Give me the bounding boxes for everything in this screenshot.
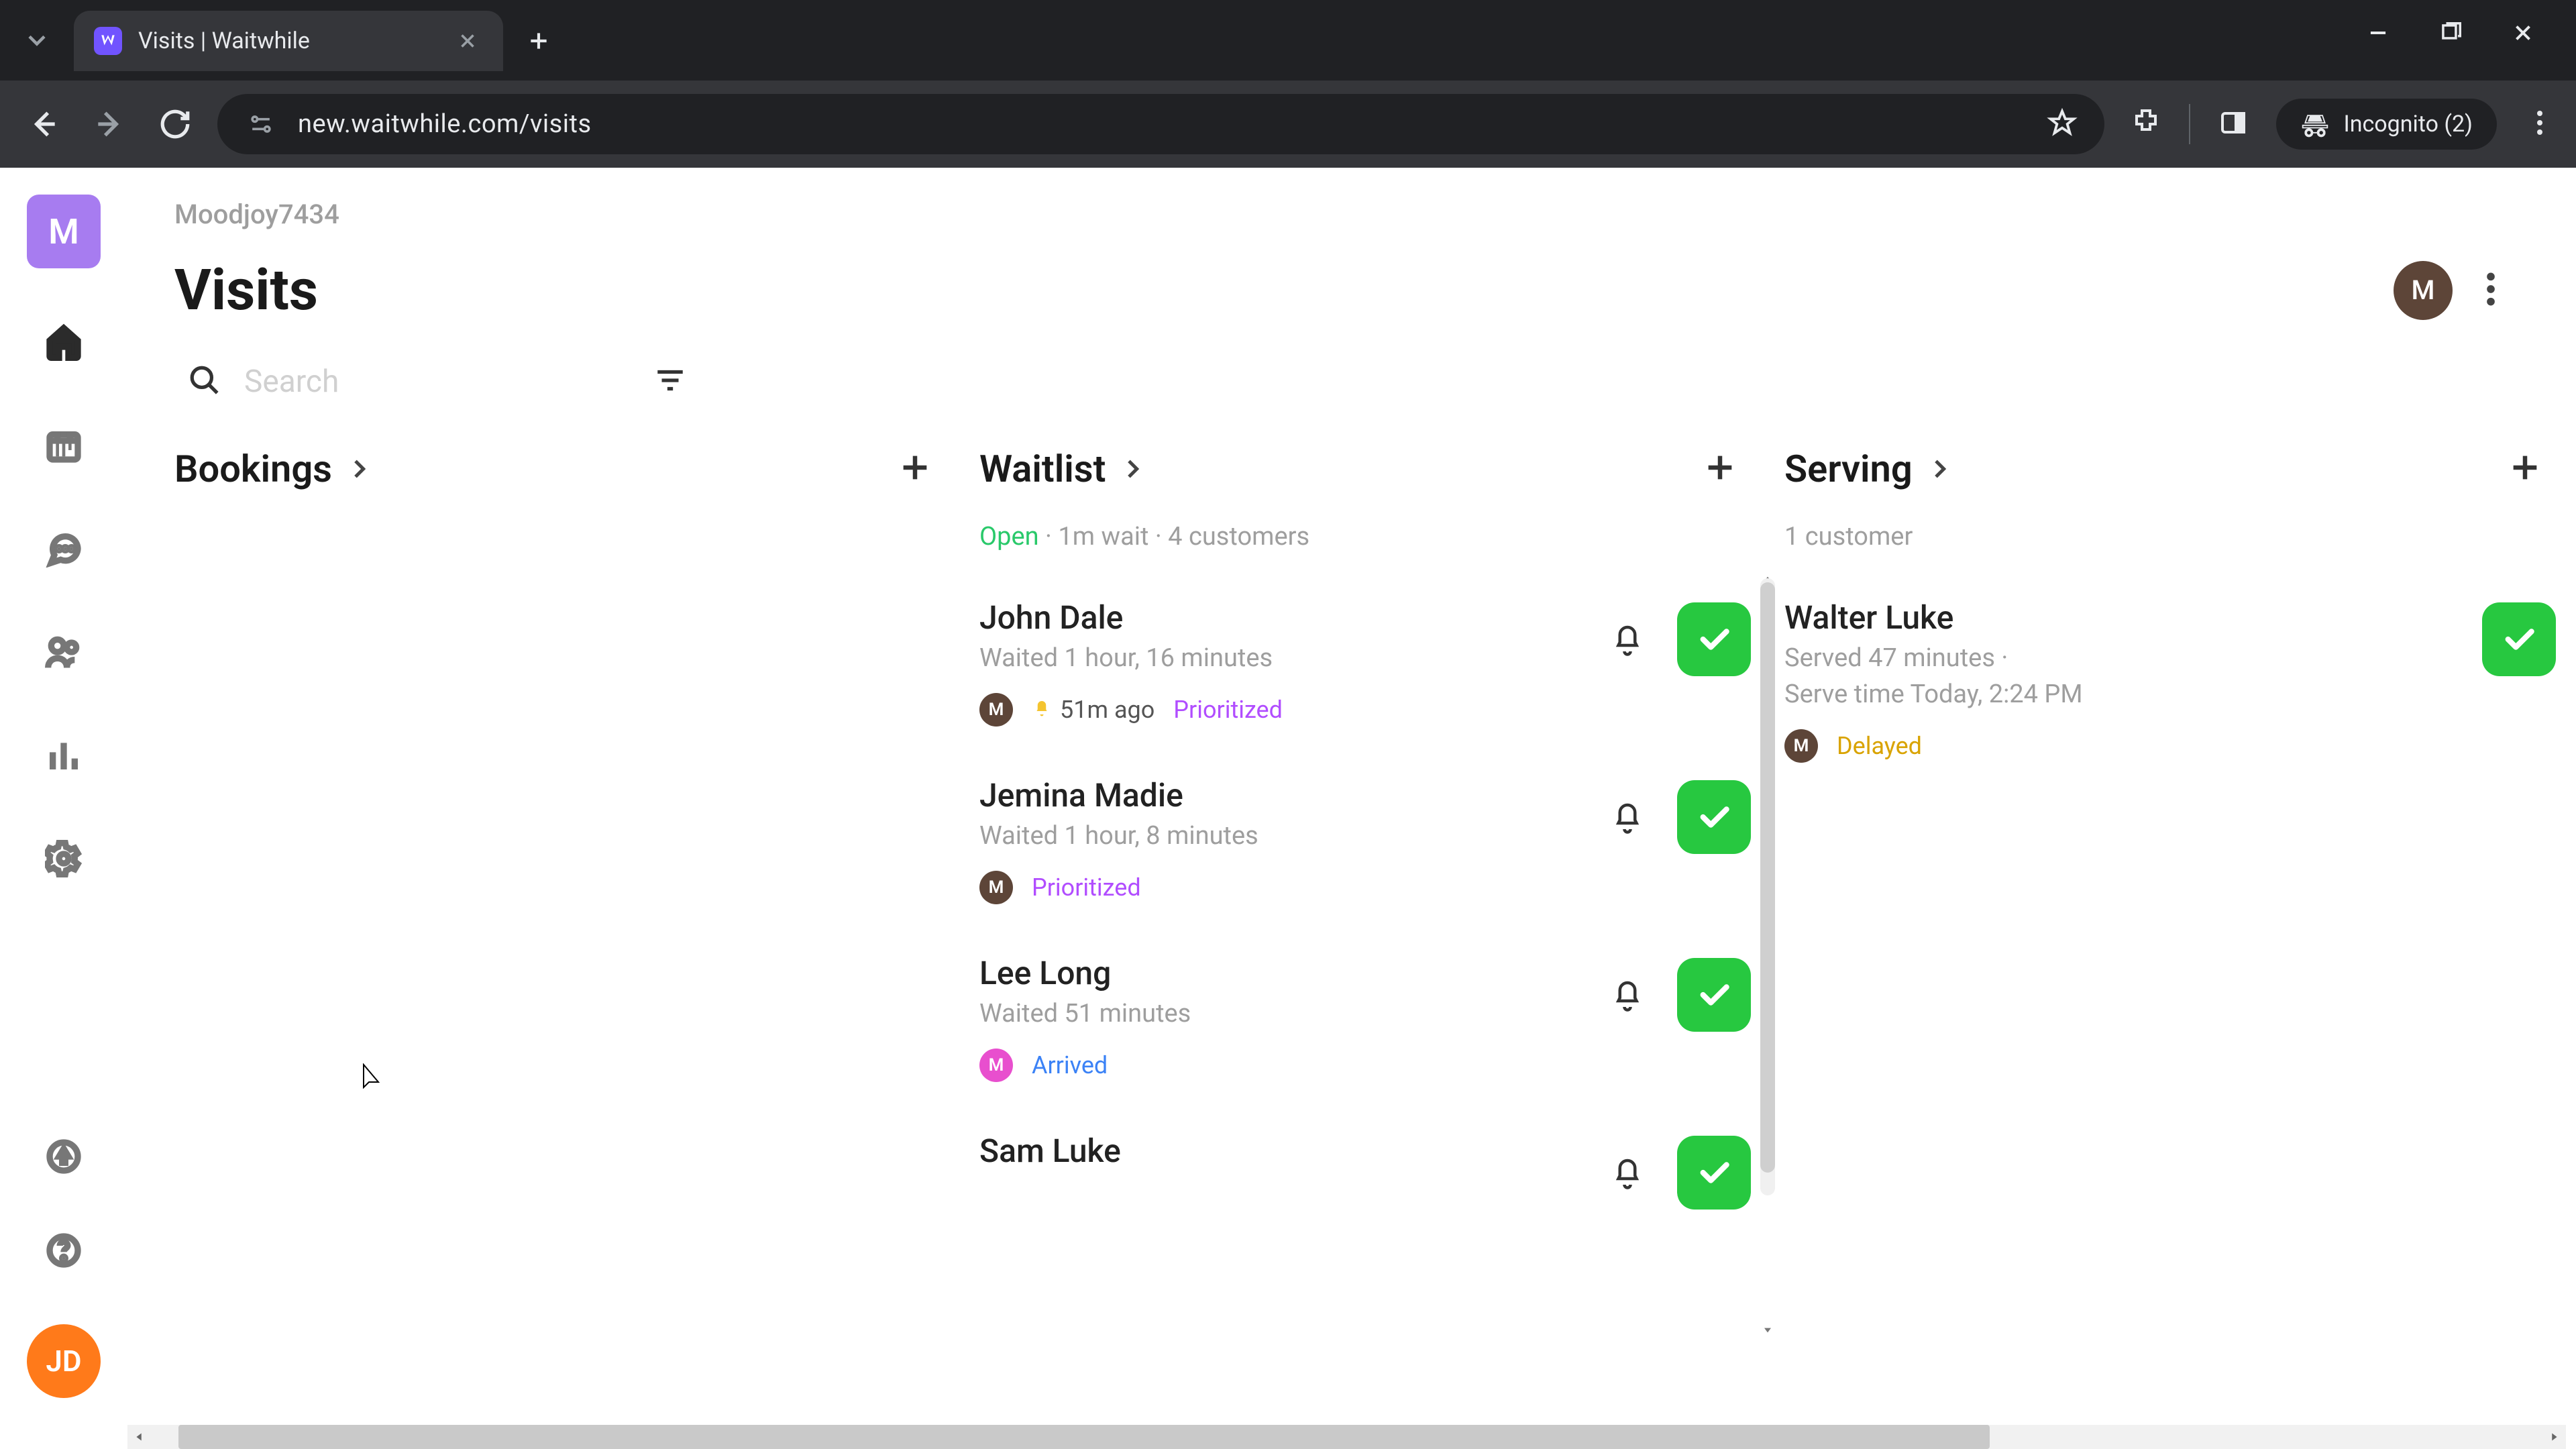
add-serving-button[interactable]	[2508, 450, 2542, 488]
status-tag: Prioritized	[1173, 696, 1283, 724]
browser-forward-button[interactable]	[86, 101, 133, 148]
assignee-avatar: M	[1784, 729, 1818, 763]
site-info-icon[interactable]	[244, 107, 278, 141]
visit-card[interactable]: Walter Luke Served 47 minutes · Serve time…	[1784, 578, 2576, 792]
workspace-logo[interactable]: M	[27, 195, 101, 268]
sidepanel-icon[interactable]	[2217, 107, 2249, 142]
incognito-indicator[interactable]: Incognito (2)	[2276, 99, 2497, 150]
waitwhile-favicon	[94, 27, 122, 55]
page-title: Visits	[174, 257, 318, 323]
column-serving-title: Serving	[1784, 447, 1913, 491]
column-serving: Serving 1 customer Walter Luke Served 47 …	[1784, 440, 2576, 1425]
tab-title: Visits | Waitwhile	[138, 28, 310, 54]
visitor-name: Sam Luke	[979, 1132, 1582, 1170]
maximize-window-icon[interactable]	[2438, 20, 2463, 48]
complete-button[interactable]	[2482, 602, 2556, 676]
url-text: new.waitwhile.com/visits	[298, 109, 592, 139]
search-icon	[188, 364, 221, 400]
column-waitlist: Waitlist Open · 1m wait · 4 customers J	[979, 440, 1784, 1425]
card-meta-2: Serve time Today, 2:24 PM	[1784, 680, 2466, 709]
nav-calendar-icon[interactable]	[44, 425, 84, 466]
card-meta: Served 47 minutes ·	[1784, 643, 2466, 673]
complete-button[interactable]	[1677, 780, 1751, 854]
notify-button[interactable]	[1598, 1143, 1657, 1202]
chevron-right-icon	[345, 455, 372, 482]
nav-analytics-icon[interactable]	[44, 735, 84, 775]
nav-home-icon[interactable]	[44, 322, 84, 362]
browser-tab[interactable]: Visits | Waitwhile	[74, 11, 503, 71]
current-user-avatar[interactable]: JD	[27, 1324, 101, 1398]
complete-button[interactable]	[1677, 1136, 1751, 1210]
nav-messages-icon[interactable]	[44, 529, 84, 569]
visit-card[interactable]: Jemina Madie Waited 1 hour, 8 minutes M Pri…	[979, 756, 1778, 934]
nav-settings-icon[interactable]	[44, 839, 84, 879]
hscroll-thumb[interactable]	[178, 1425, 1990, 1449]
close-window-icon[interactable]	[2510, 20, 2536, 48]
visitor-name: John Dale	[979, 598, 1582, 637]
waitlist-open-label: Open	[979, 522, 1039, 551]
status-tag: Arrived	[1032, 1051, 1108, 1079]
visitor-name: Jemina Madie	[979, 776, 1582, 814]
chrome-menu-icon[interactable]	[2524, 107, 2556, 142]
workspace-name: Moodjoy7434	[174, 199, 2536, 230]
left-sidebar: M JD	[0, 168, 127, 1425]
visit-card[interactable]: Sam Luke	[979, 1112, 1778, 1239]
nav-customers-icon[interactable]	[44, 632, 84, 672]
column-serving-header[interactable]: Serving	[1784, 447, 1953, 491]
visitor-name: Walter Luke	[1784, 598, 2466, 637]
card-meta: Waited 1 hour, 8 minutes	[979, 821, 1582, 851]
nav-help-icon[interactable]	[44, 1230, 84, 1271]
new-tab-button[interactable]	[515, 17, 562, 64]
toolbar-divider	[2189, 104, 2190, 144]
nav-upgrade-icon[interactable]	[44, 1136, 84, 1177]
browser-reload-button[interactable]	[152, 101, 199, 148]
waitlist-status-rest: · 1m wait · 4 customers	[1039, 522, 1310, 551]
status-tag: Delayed	[1837, 732, 1922, 760]
minimize-window-icon[interactable]	[2365, 20, 2391, 48]
complete-button[interactable]	[1677, 602, 1751, 676]
visit-card[interactable]: John Dale Waited 1 hour, 16 minutes M 51m a…	[979, 578, 1778, 756]
column-waitlist-header[interactable]: Waitlist	[979, 447, 1146, 491]
browser-back-button[interactable]	[20, 101, 67, 148]
hscroll-left-arrow[interactable]	[127, 1425, 152, 1449]
notify-button[interactable]	[1598, 965, 1657, 1024]
address-bar[interactable]: new.waitwhile.com/visits	[217, 94, 2104, 154]
column-bookings: Bookings	[174, 440, 979, 1425]
visit-card[interactable]: Lee Long Waited 51 minutes M Arrived	[979, 934, 1778, 1112]
chevron-right-icon	[1119, 455, 1146, 482]
horizontal-scrollbar[interactable]	[127, 1425, 2566, 1449]
hscroll-right-arrow[interactable]	[2542, 1425, 2566, 1449]
assignee-avatar: M	[979, 871, 1013, 904]
close-tab-icon[interactable]	[456, 30, 479, 52]
tab-search-dropdown[interactable]	[0, 0, 74, 80]
notify-button[interactable]	[1598, 788, 1657, 847]
add-waitlist-button[interactable]	[1703, 450, 1737, 488]
notify-button[interactable]	[1598, 610, 1657, 669]
assignee-avatar: M	[979, 1049, 1013, 1082]
notified-ago: 51m ago	[1032, 696, 1155, 724]
mouse-cursor	[362, 1063, 384, 1093]
bell-mini-icon	[1032, 696, 1052, 724]
assignee-avatar: M	[979, 693, 1013, 727]
filter-icon[interactable]	[653, 364, 687, 400]
card-meta: Waited 1 hour, 16 minutes	[979, 643, 1582, 673]
column-bookings-title: Bookings	[174, 447, 332, 491]
add-booking-button[interactable]	[898, 450, 932, 488]
status-tag: Prioritized	[1032, 873, 1141, 902]
extensions-icon[interactable]	[2130, 107, 2162, 142]
incognito-label: Incognito (2)	[2343, 111, 2473, 138]
header-avatar[interactable]: M	[2394, 261, 2453, 320]
chevron-right-icon	[1926, 455, 1953, 482]
search-input[interactable]	[244, 364, 593, 400]
complete-button[interactable]	[1677, 958, 1751, 1032]
serving-status: 1 customer	[1784, 522, 2576, 578]
visitor-name: Lee Long	[979, 954, 1582, 992]
more-menu-icon[interactable]	[2486, 270, 2496, 311]
waitlist-status: Open · 1m wait · 4 customers	[979, 522, 1778, 578]
card-meta: Waited 51 minutes	[979, 999, 1582, 1028]
column-bookings-header[interactable]: Bookings	[174, 447, 372, 491]
column-waitlist-title: Waitlist	[979, 447, 1106, 491]
bookmark-star-icon[interactable]	[2047, 107, 2078, 141]
